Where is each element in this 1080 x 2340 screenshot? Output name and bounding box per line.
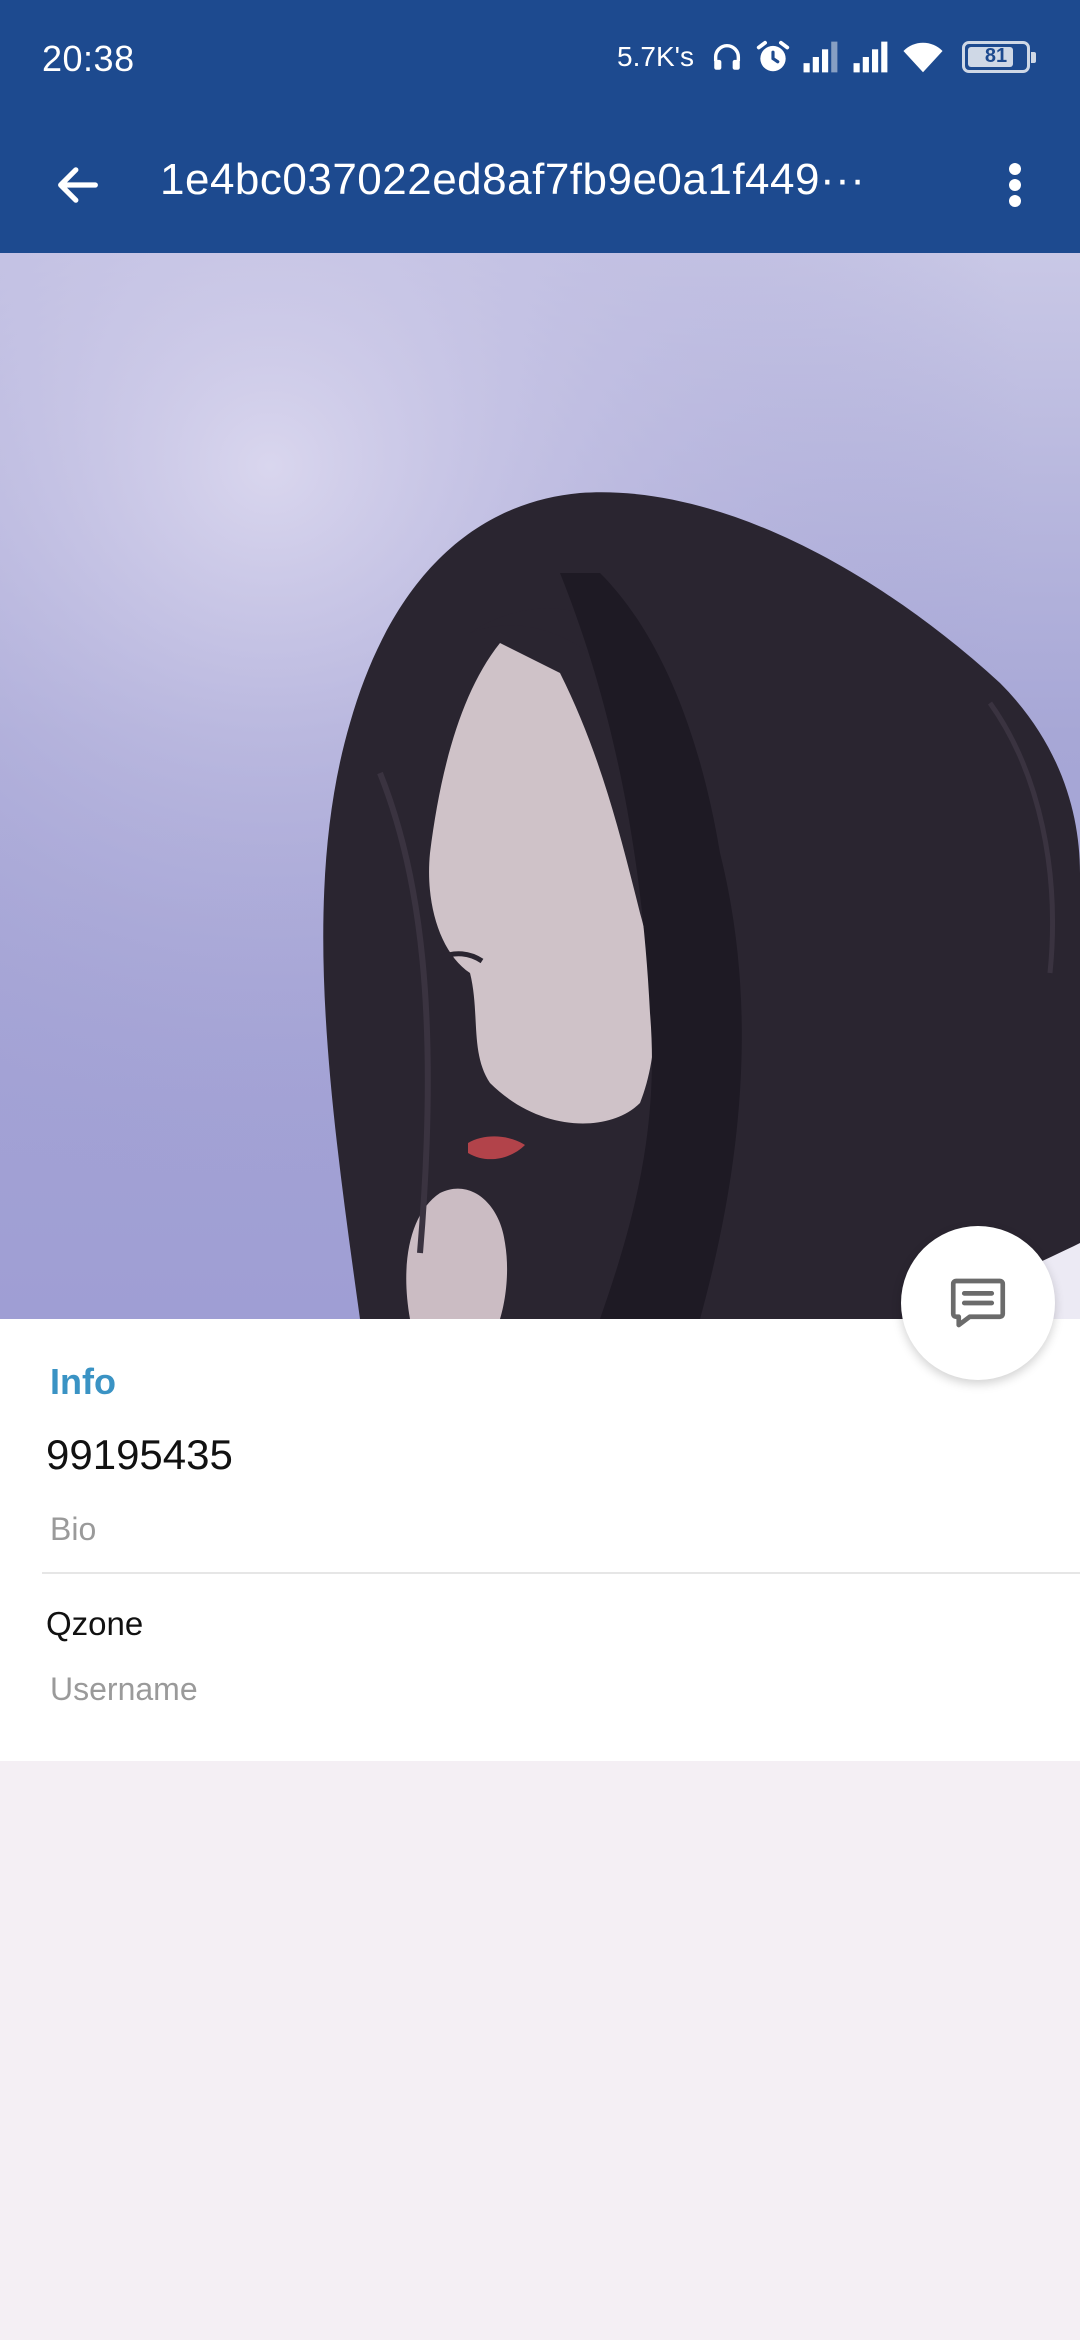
status-bar: 20:38 5.7K's 81 — [0, 0, 1080, 115]
battery-tip — [1031, 52, 1036, 63]
signal-icon — [853, 41, 888, 73]
status-time: 20:38 — [42, 38, 135, 79]
more-vert-icon — [1009, 163, 1021, 207]
profile-photo[interactable] — [0, 253, 1080, 1319]
headphones-icon — [713, 44, 741, 70]
username-label: Username — [50, 1671, 198, 1707]
user-id-value[interactable]: 99195435 — [46, 1431, 233, 1479]
alarm-icon — [756, 40, 790, 72]
message-icon — [950, 1278, 1006, 1328]
info-card: Info 99195435 Bio Qzone Username — [0, 1319, 1080, 1761]
signal-icon — [803, 41, 838, 73]
qzone-value[interactable]: Qzone — [46, 1605, 143, 1643]
app-bar: 1e4bc037022ed8af7fb9e0a1f449··· — [0, 115, 1080, 253]
battery-level: 81 — [984, 45, 1008, 67]
battery-icon: 81 — [962, 41, 1036, 73]
bio-label: Bio — [50, 1511, 97, 1547]
page-title: 1e4bc037022ed8af7fb9e0a1f449··· — [160, 155, 866, 204]
status-icons: 5.7K's 81 — [617, 34, 1036, 80]
empty-background — [0, 1761, 1080, 2340]
net-speed: 5.7K's — [617, 41, 694, 72]
wifi-icon — [903, 42, 943, 73]
info-heading: Info — [50, 1361, 116, 1402]
arrow-left-icon — [58, 167, 98, 203]
more-options-button[interactable] — [990, 151, 1040, 219]
divider — [42, 1572, 1080, 1574]
send-message-button[interactable] — [901, 1226, 1055, 1380]
profile-photo-image — [0, 253, 1080, 1319]
back-button[interactable] — [40, 153, 116, 217]
